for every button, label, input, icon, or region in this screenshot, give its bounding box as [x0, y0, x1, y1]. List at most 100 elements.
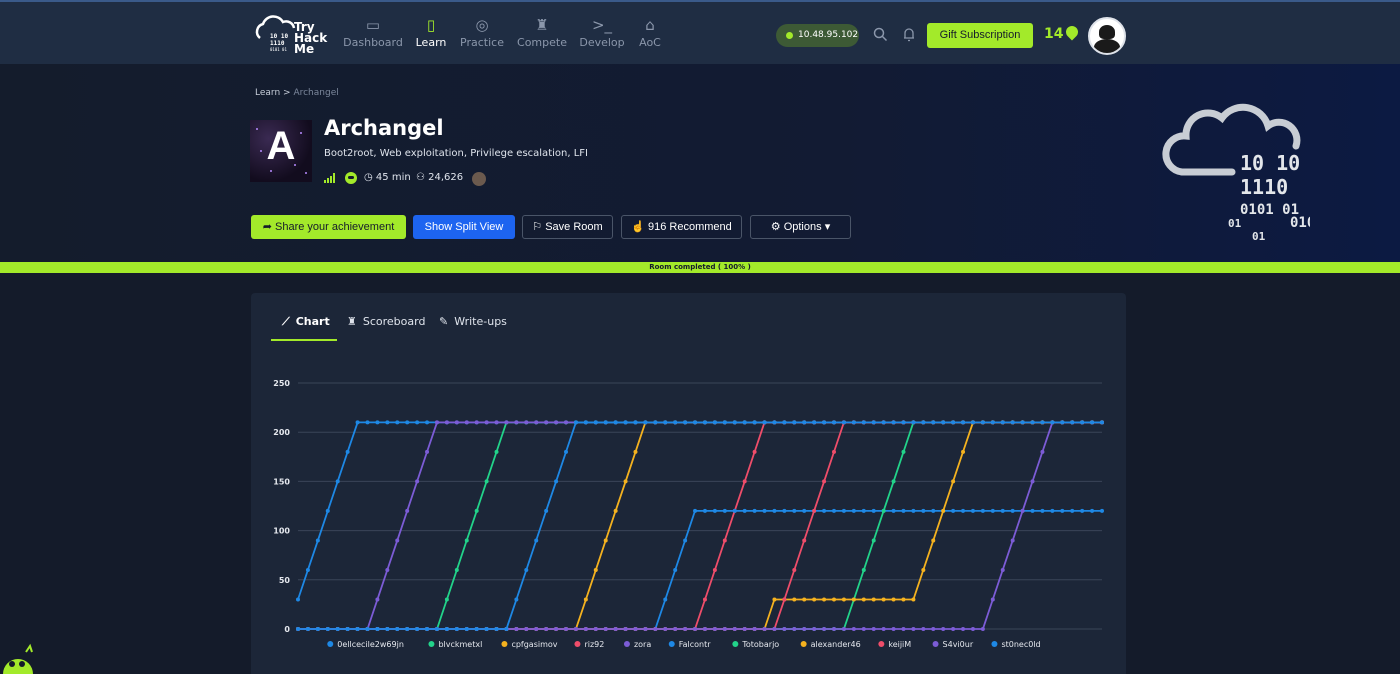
- data-point: [593, 567, 598, 572]
- legend-swatch: [878, 641, 885, 647]
- data-point: [643, 420, 648, 425]
- bell-icon[interactable]: [902, 27, 916, 42]
- dashboard-icon: ▭: [365, 16, 381, 34]
- data-point: [752, 420, 757, 425]
- legend-label: blvckmetxl: [438, 640, 482, 649]
- data-point: [812, 508, 817, 513]
- legend-label: st0nec0ld: [1001, 640, 1040, 649]
- svg-text:10 10: 10 10: [1240, 151, 1300, 175]
- split-view-button[interactable]: Show Split View: [413, 215, 515, 239]
- data-point: [891, 479, 896, 484]
- search-icon[interactable]: [873, 27, 888, 42]
- data-point: [792, 627, 797, 631]
- data-point: [822, 627, 827, 631]
- data-point: [941, 508, 946, 513]
- data-point: [514, 627, 519, 631]
- data-point: [961, 449, 966, 454]
- data-point: [454, 627, 459, 631]
- data-point: [345, 627, 350, 631]
- data-point: [722, 538, 727, 543]
- data-point: [305, 627, 310, 631]
- data-point: [881, 420, 886, 425]
- target-icon: ◎: [475, 16, 489, 34]
- streak-counter[interactable]: 14: [1044, 23, 1081, 42]
- tab-chart[interactable]: ⟋ Chart: [271, 315, 337, 341]
- data-point: [931, 538, 936, 543]
- data-point: [812, 597, 817, 602]
- data-point: [355, 420, 360, 425]
- nav-practice[interactable]: ◎ Practice: [452, 14, 512, 49]
- data-point: [851, 627, 856, 631]
- nav-compete[interactable]: ♜ Compete: [512, 14, 572, 49]
- data-point: [752, 449, 757, 454]
- data-point: [345, 449, 350, 454]
- data-point: [494, 420, 499, 425]
- data-point: [752, 508, 757, 513]
- nav-dashboard[interactable]: ▭ Dashboard: [343, 14, 403, 49]
- data-point: [405, 627, 410, 631]
- data-point: [623, 627, 628, 631]
- tab-scoreboard[interactable]: ♜ Scoreboard: [347, 315, 425, 341]
- data-point: [782, 420, 787, 425]
- svg-text:010: 010: [1290, 215, 1310, 231]
- data-point: [504, 420, 509, 425]
- data-point: [633, 627, 638, 631]
- data-point: [980, 627, 985, 631]
- save-room-button[interactable]: ⚐ Save Room: [522, 215, 613, 239]
- tab-write-ups[interactable]: ✎ Write-ups: [439, 315, 507, 341]
- data-point: [722, 508, 727, 513]
- data-point: [405, 508, 410, 513]
- data-point: [504, 627, 509, 631]
- machine-ip-badge[interactable]: 10.48.95.102: [776, 24, 859, 47]
- gear-icon: ⚙: [770, 221, 781, 233]
- data-point: [593, 420, 598, 425]
- data-point: [941, 420, 946, 425]
- y-tick-label: 0: [284, 625, 290, 634]
- data-point: [921, 567, 926, 572]
- legend-label: riz92: [584, 640, 604, 649]
- legend-label: Falcontr: [679, 640, 711, 649]
- share-achievement-button[interactable]: ➦ Share your achievement: [251, 215, 406, 239]
- room-image: A: [250, 120, 312, 182]
- data-point: [951, 420, 956, 425]
- user-avatar[interactable]: [1088, 17, 1126, 55]
- data-point: [425, 449, 430, 454]
- data-point: [742, 627, 747, 631]
- data-point: [305, 567, 310, 572]
- data-point: [454, 420, 459, 425]
- data-point: [871, 627, 876, 631]
- data-point: [564, 449, 568, 454]
- data-point: [970, 627, 975, 631]
- data-point: [752, 627, 757, 631]
- chevron-down-icon: ▾: [824, 221, 831, 233]
- tryhackme-cloud-logo-icon: 10 10 1110 0101 01 01 010 01: [1162, 103, 1310, 243]
- breadcrumb-learn[interactable]: Learn: [255, 88, 280, 98]
- data-point: [633, 420, 638, 425]
- nav-aoc[interactable]: ⌂ AoC: [620, 14, 680, 49]
- data-point: [891, 627, 896, 631]
- series-line-S4vi0ur: [298, 421, 1102, 630]
- data-point: [434, 627, 439, 631]
- svg-text:0101 01: 0101 01: [270, 47, 287, 52]
- data-point: [365, 420, 370, 425]
- recommend-button[interactable]: ☝ 916 Recommend: [621, 215, 742, 239]
- tryhackme-mascot-icon[interactable]: [0, 640, 36, 674]
- data-point: [822, 508, 827, 513]
- gift-subscription-button[interactable]: Gift Subscription: [927, 23, 1033, 48]
- data-point: [534, 627, 539, 631]
- data-point: [712, 420, 717, 425]
- data-point: [564, 627, 568, 631]
- data-point: [871, 538, 876, 543]
- data-point: [822, 479, 827, 484]
- breadcrumb-current: Archangel: [293, 88, 339, 98]
- data-point: [782, 627, 787, 631]
- y-tick-label: 50: [279, 576, 291, 585]
- data-point: [772, 627, 777, 631]
- data-point: [990, 597, 995, 602]
- data-point: [931, 508, 936, 513]
- options-dropdown[interactable]: ⚙ Options ▾: [750, 215, 851, 239]
- room-title: Archangel: [324, 116, 444, 140]
- data-point: [1030, 479, 1035, 484]
- creator-avatar[interactable]: [472, 172, 486, 186]
- data-point: [802, 597, 807, 602]
